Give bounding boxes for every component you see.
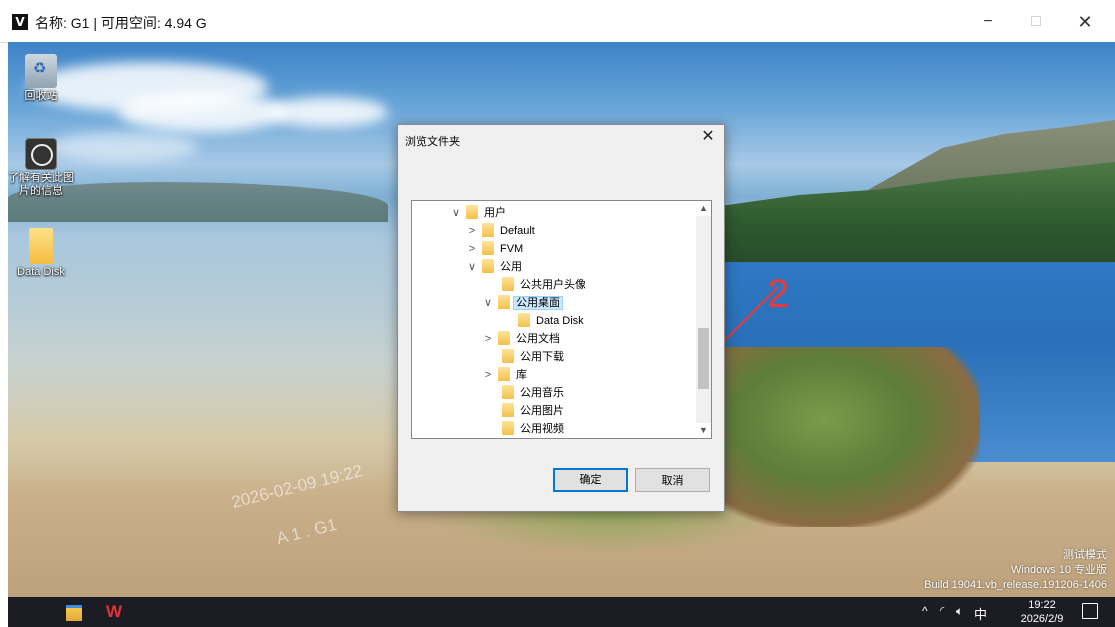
cancel-button[interactable]: 取消 (635, 468, 710, 492)
tree-item-label: 公用文档 (516, 333, 560, 345)
tree-item-label: 公用下载 (520, 351, 564, 363)
folder-icon (502, 349, 514, 363)
chevron-down-icon[interactable]: ∨ (482, 294, 494, 312)
tree-item-public-downloads[interactable]: 公用下载 (486, 348, 564, 366)
folder-tree[interactable]: ∨ 用户 > Default > FVM ∨ 公用 公共用户头像 ∨ 公用桌面 Data … (411, 200, 712, 439)
notification-icon[interactable] (1082, 603, 1098, 619)
tree-item-public[interactable]: ∨ 公用 (466, 258, 522, 276)
dialog-close-button[interactable]: ✕ (698, 127, 718, 147)
tree-item-default[interactable]: > Default (466, 222, 535, 240)
tree-item-fvm[interactable]: > FVM (466, 240, 523, 258)
chevron-right-icon[interactable]: > (482, 366, 494, 384)
folder-icon (482, 241, 494, 255)
tree-item-public-documents[interactable]: > 公用文档 (482, 330, 560, 348)
folder-icon (466, 205, 478, 219)
file-explorer-icon[interactable] (66, 605, 82, 621)
folder-icon (498, 367, 510, 381)
wifi-icon[interactable]: ◜ (940, 604, 944, 617)
tree-item-users[interactable]: ∨ 用户 (450, 204, 506, 222)
folder-icon (482, 223, 494, 237)
scroll-down-icon[interactable]: ▼ (696, 423, 711, 438)
tree-item-label: 公用音乐 (520, 387, 564, 399)
chevron-right-icon[interactable]: > (482, 330, 494, 348)
scroll-up-icon[interactable]: ▲ (696, 201, 711, 216)
clock-time: 19:22 (1028, 599, 1056, 611)
taskbar: W ^ ◜ 🔈︎ 中 19:22 2026/2/9 (8, 597, 1115, 627)
tree-item-label: 公用图片 (520, 405, 564, 417)
folder-icon (482, 259, 494, 273)
tree-item-label: 库 (516, 369, 527, 381)
tree-item-public-avatars[interactable]: 公共用户头像 (486, 276, 586, 294)
tree-item-public-desktop[interactable]: ∨ 公用桌面 (482, 294, 563, 312)
folder-icon (502, 421, 514, 435)
tree-item-data-disk[interactable]: Data Disk (502, 312, 584, 330)
scrollbar-track[interactable] (696, 216, 711, 423)
tree-item-label: 用户 (484, 207, 506, 219)
tree-item-libraries[interactable]: > 库 (482, 366, 527, 384)
tree-item-label: Data Disk (536, 315, 584, 327)
chevron-right-icon[interactable]: > (466, 222, 478, 240)
folder-icon (502, 277, 514, 291)
ime-indicator[interactable]: 中 (974, 604, 987, 623)
scrollbar-thumb[interactable] (698, 328, 709, 389)
chevron-right-icon[interactable]: > (466, 240, 478, 258)
tray-overflow-icon[interactable]: ^ (922, 604, 928, 618)
ok-button[interactable]: 确定 (553, 468, 628, 492)
folder-icon (498, 295, 510, 309)
wps-office-icon[interactable]: W (106, 602, 122, 622)
tree-item-label: 公共用户头像 (520, 279, 586, 291)
chevron-down-icon[interactable]: ∨ (466, 258, 478, 276)
folder-icon (498, 331, 510, 345)
chevron-down-icon[interactable]: ∨ (450, 204, 462, 222)
folder-icon (502, 403, 514, 417)
browse-folder-dialog: 浏览文件夹 ✕ ∨ 用户 > Default > FVM ∨ 公用 公共用户头像 ∨ 公用… (397, 124, 725, 512)
dialog-title: 浏览文件夹 (405, 136, 460, 148)
tree-item-label: 公用 (500, 261, 522, 273)
volume-icon[interactable]: 🔈︎ (956, 604, 963, 619)
tree-item-public-music[interactable]: 公用音乐 (486, 384, 564, 402)
folder-icon (518, 313, 530, 327)
tree-item-public-videos[interactable]: 公用视频 (486, 420, 564, 438)
tree-item-label: FVM (500, 243, 524, 255)
tree-item-public-pictures[interactable]: 公用图片 (486, 402, 564, 420)
tree-item-label: 公用桌面 (513, 296, 563, 310)
clock[interactable]: 19:22 2026/2/9 (1020, 598, 1064, 626)
folder-icon (502, 385, 514, 399)
tree-item-label: 公用视频 (520, 423, 564, 435)
clock-date: 2026/2/9 (1020, 613, 1064, 625)
tree-item-label: Default (500, 225, 535, 237)
